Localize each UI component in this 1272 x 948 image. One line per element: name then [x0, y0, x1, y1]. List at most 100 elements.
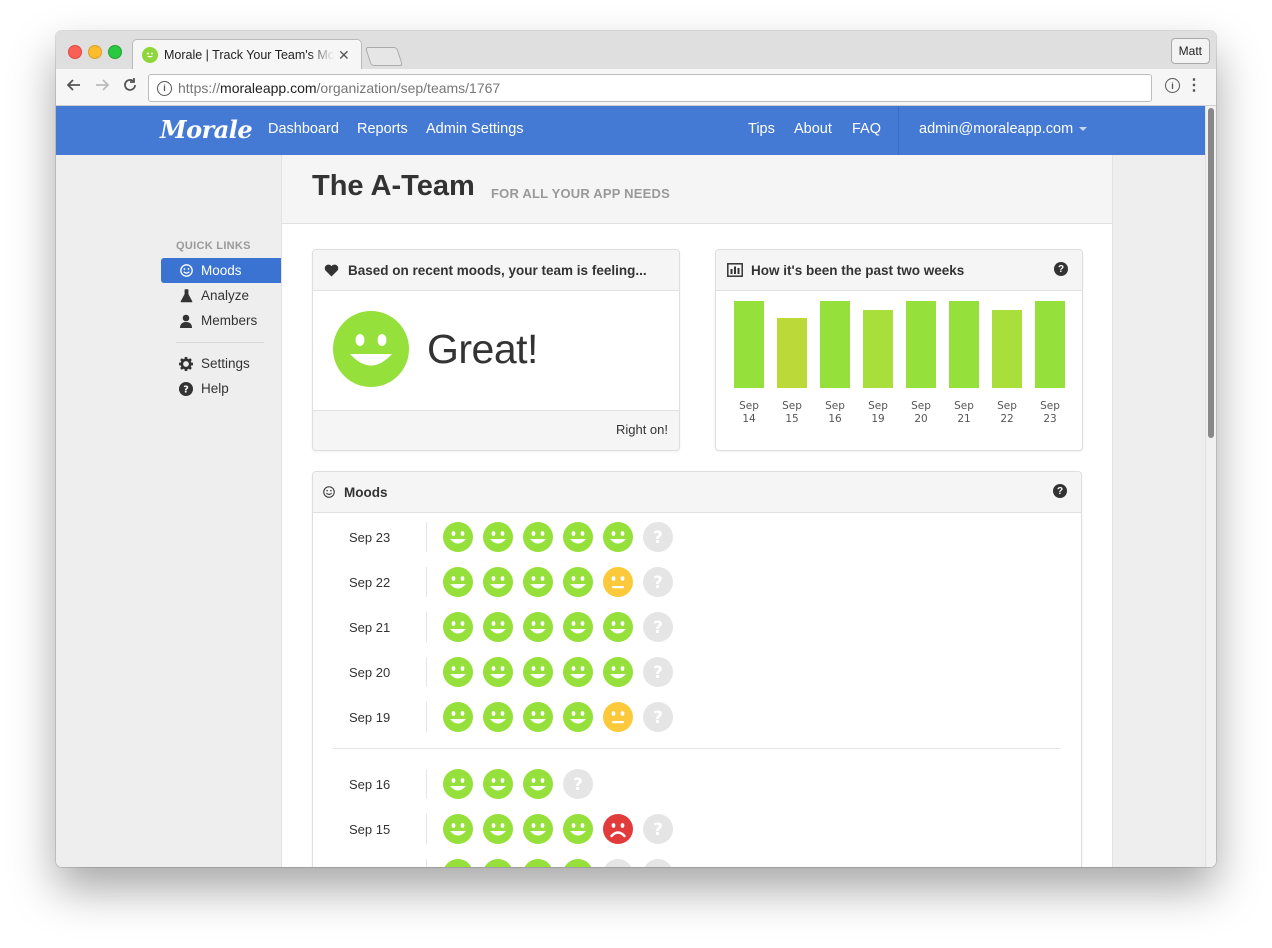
- app-navbar: Morale Dashboard Reports Admin Settings …: [56, 106, 1206, 155]
- browser-tab-content[interactable]: Morale | Track Your Team's Mood ✕: [142, 40, 354, 70]
- svg-text:?: ?: [653, 528, 663, 548]
- url-path: /organization/sep/teams/1767: [316, 80, 501, 96]
- brand-logo[interactable]: Morale: [160, 115, 253, 144]
- happy-face-icon: [483, 702, 513, 732]
- chart-tick-label: Sep 14: [739, 400, 759, 425]
- navbar-divider: [898, 106, 899, 155]
- nav-reports[interactable]: Reports: [357, 121, 408, 137]
- site-info-icon[interactable]: i: [157, 80, 172, 96]
- scrollbar-thumb[interactable]: [1208, 108, 1214, 438]
- happy-face-icon: [564, 859, 592, 867]
- mood-row-date: Sep 22: [349, 575, 391, 590]
- mood-row-divider: [426, 567, 427, 597]
- chart-bar: [820, 301, 850, 388]
- sidebar-item-settings[interactable]: Settings: [161, 351, 281, 376]
- two-week-chart-panel: How it's been the past two weeks ? Sep 1…: [715, 249, 1083, 451]
- gear-icon: [179, 356, 193, 371]
- mood-row-date: Sep 23: [349, 530, 391, 545]
- title-bar: Morale | Track Your Team's Mood ✕ Matt: [56, 31, 1216, 71]
- chart-panel-header: How it's been the past two weeks ?: [716, 250, 1082, 291]
- sidebar-item-label: Settings: [201, 356, 250, 371]
- close-window-button[interactable]: [68, 45, 82, 59]
- more-menu-icon[interactable]: ⋮: [1186, 75, 1202, 95]
- address-bar[interactable]: i https://moraleapp.com/organization/sep…: [148, 74, 1152, 102]
- unknown-mood-icon: ?: [604, 859, 632, 867]
- chart-tick-label: Sep 16: [825, 400, 845, 425]
- chart-bar: [734, 301, 764, 388]
- sidebar-item-moods[interactable]: Moods: [161, 258, 281, 283]
- nav-faq[interactable]: FAQ: [852, 121, 881, 137]
- unknown-mood-icon: ?: [643, 522, 673, 552]
- forward-arrow-icon[interactable]: [94, 77, 110, 98]
- minimize-window-button[interactable]: [88, 45, 102, 59]
- chart-bar: [906, 301, 936, 388]
- mood-row-date: Sep 15: [349, 822, 391, 837]
- browser-window: Morale | Track Your Team's Mood ✕ Matt i…: [56, 31, 1216, 867]
- happy-face-icon: [563, 567, 593, 597]
- mood-row-icons: ?: [443, 522, 683, 552]
- chart-tick-label: Sep 15: [782, 400, 802, 425]
- happy-face-icon: [483, 522, 513, 552]
- chart-tick-label: Sep 22: [997, 400, 1017, 425]
- nav-tips[interactable]: Tips: [748, 121, 775, 137]
- unknown-mood-icon: ?: [643, 567, 673, 597]
- chart-bar: [992, 310, 1022, 388]
- happy-face-icon: [563, 702, 593, 732]
- feeling-panel-footer: Right on!: [313, 410, 679, 450]
- tab-close-icon[interactable]: ✕: [338, 47, 350, 64]
- extension-info-icon[interactable]: i: [1165, 78, 1180, 93]
- nav-about[interactable]: About: [794, 121, 832, 137]
- user-icon: [179, 314, 193, 328]
- mood-group-divider: [333, 748, 1061, 749]
- great-smiley-icon: [333, 311, 409, 387]
- happy-face-icon: [523, 814, 553, 844]
- moods-panel-title: Moods: [344, 484, 388, 500]
- feeling-footer-text: Right on!: [615, 422, 668, 437]
- happy-face-icon: [523, 567, 553, 597]
- maximize-window-button[interactable]: [108, 45, 122, 59]
- feeling-panel-header: Based on recent moods, your team is feel…: [313, 250, 679, 291]
- back-arrow-icon[interactable]: [66, 77, 82, 98]
- new-tab-button[interactable]: [364, 47, 404, 66]
- chart-tick-label: Sep 19: [868, 400, 888, 425]
- sidebar-item-label: Moods: [201, 263, 242, 278]
- happy-face-icon: [563, 612, 593, 642]
- happy-face-icon: [523, 522, 553, 552]
- chart-help-icon[interactable]: ?: [1054, 262, 1068, 276]
- mood-row-divider: [426, 522, 427, 552]
- happy-face-icon: [443, 769, 473, 799]
- happy-face-icon: [443, 702, 473, 732]
- moods-help-icon[interactable]: ?: [1053, 484, 1067, 498]
- mood-row-icons: ??: [443, 859, 683, 867]
- happy-face-icon: [483, 612, 513, 642]
- nav-dashboard[interactable]: Dashboard: [268, 121, 339, 137]
- mood-row-icons: ?: [443, 702, 683, 732]
- user-menu[interactable]: admin@moraleapp.com: [919, 121, 1088, 137]
- nav-admin-settings[interactable]: Admin Settings: [426, 121, 524, 137]
- happy-face-icon: [603, 522, 633, 552]
- chart-tick-label: Sep 21: [954, 400, 974, 425]
- mood-row-divider: [426, 769, 427, 799]
- bar-chart-icon: [727, 263, 743, 277]
- moods-panel-header: Moods ?: [313, 472, 1081, 513]
- happy-face-icon: [443, 567, 473, 597]
- sidebar-item-help[interactable]: ? Help: [161, 376, 281, 401]
- happy-face-icon: [444, 859, 472, 867]
- page-scrollbar[interactable]: [1205, 106, 1216, 867]
- reload-icon[interactable]: [122, 77, 138, 98]
- happy-face-icon: [483, 814, 513, 844]
- happy-face-icon: [484, 859, 512, 867]
- neutral-face-icon: [603, 702, 633, 732]
- profile-button[interactable]: Matt: [1170, 38, 1210, 64]
- unknown-mood-icon: ?: [643, 814, 673, 844]
- moods-panel: Moods ? Sep 23? Sep 22? Sep 21? Sep 20? Sep …: [312, 471, 1082, 867]
- mood-row-divider: [426, 859, 427, 867]
- sidebar-item-analyze[interactable]: Analyze: [161, 283, 281, 308]
- mood-row-date: Sep 21: [349, 620, 391, 635]
- happy-face-icon: [563, 657, 593, 687]
- sad-face-icon: [603, 814, 633, 844]
- happy-face-icon: [603, 657, 633, 687]
- sidebar-item-members[interactable]: Members: [161, 308, 281, 333]
- svg-text:?: ?: [653, 573, 663, 593]
- svg-text:?: ?: [653, 618, 663, 638]
